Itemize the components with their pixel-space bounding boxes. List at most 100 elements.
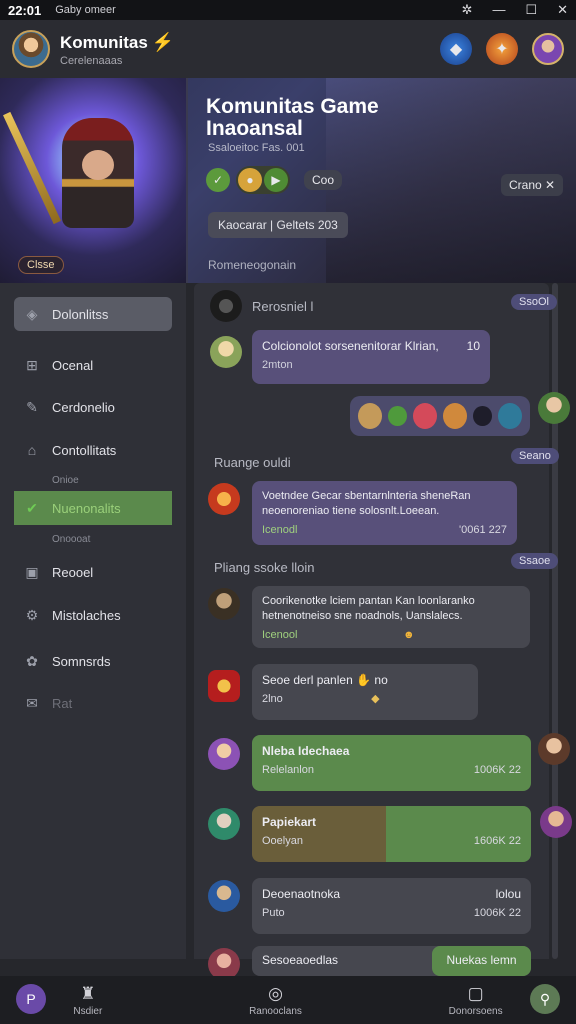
- reaction-group[interactable]: ● ▶: [236, 166, 290, 194]
- message-right: lolou: [495, 887, 521, 901]
- scrollbar[interactable]: [552, 283, 558, 959]
- message-sub: 2mton: [262, 359, 293, 372]
- message-text: Seoe derl panlen: [262, 673, 353, 687]
- message-sub: 2lno: [262, 693, 283, 706]
- reaction-avatar[interactable]: [497, 403, 522, 429]
- avatar[interactable]: [12, 30, 50, 68]
- sidebar-item-nuenonalits[interactable]: ✔ Nuenonalits: [14, 491, 172, 525]
- avatar[interactable]: [208, 738, 240, 770]
- avatar[interactable]: [208, 670, 240, 702]
- reaction-avatar[interactable]: [412, 403, 437, 429]
- sidebar-item-label: Rat: [52, 695, 73, 711]
- square-icon: ▣: [25, 563, 39, 580]
- message-bubble[interactable]: Coorikenotke lciem pantan Kan loonlarank…: [252, 586, 530, 648]
- sidebar-item-rat[interactable]: ✉ Rat: [14, 686, 172, 720]
- minimize-icon[interactable]: —: [492, 2, 505, 18]
- message-sub: Relelanlon: [262, 764, 314, 777]
- hero-bubble[interactable]: Kaocarar | Geltets 203: [208, 212, 348, 238]
- sidebar-subtext: Onioe: [52, 475, 79, 486]
- status-bar: 22:01 Gaby omeer ✲ — ☐ ✕: [0, 0, 576, 20]
- avatar[interactable]: [540, 806, 572, 838]
- hero-subtitle: Ssaloeitoc Fas. 001: [208, 142, 305, 154]
- check-icon: ✔: [26, 499, 38, 516]
- message-link[interactable]: Icenodl: [262, 523, 297, 538]
- sidebar-item-label: Reooel: [52, 564, 94, 580]
- sidebar-item-contollitats[interactable]: ⌂ Contollitats: [14, 433, 172, 467]
- compass-fab[interactable]: ⚲: [530, 984, 560, 1014]
- nav-tab-label: Nsdier: [73, 1005, 103, 1017]
- sidebar-item-dolonlitss[interactable]: ◈ Dolonlitss: [14, 297, 172, 331]
- hero-title: Komunitas Game: [206, 95, 379, 118]
- reaction-avatar[interactable]: [358, 403, 383, 429]
- message-link[interactable]: Icenool: [262, 628, 297, 643]
- section-pill[interactable]: Seano: [511, 448, 559, 464]
- section-pill[interactable]: Ssaoe: [511, 553, 559, 569]
- grid-icon: ⊞: [26, 356, 38, 373]
- hero-title-line2: Inaoansal: [206, 117, 303, 140]
- message-text: Coorikenotke lciem pantan Kan loonlarank…: [262, 595, 475, 622]
- nav-tab-ranooclans[interactable]: ◎ Ranooclans: [249, 984, 302, 1017]
- gem-icon[interactable]: ◆: [440, 33, 472, 65]
- avatar[interactable]: [208, 588, 240, 620]
- green-tag[interactable]: Nuekas lemn: [432, 946, 531, 976]
- home-icon: ⌂: [27, 442, 37, 458]
- sidebar-item-mistolaches[interactable]: ⚙ Mistolaches: [14, 598, 172, 632]
- leaf-icon[interactable]: ✓: [206, 168, 230, 192]
- message-text: Papiekart: [262, 815, 317, 829]
- maximize-icon[interactable]: ☐: [525, 2, 537, 18]
- message-bubble[interactable]: Deoenaotnoka lolou Puto 1006K 22: [252, 878, 531, 934]
- system-icons: ✲ — ☐ ✕: [462, 2, 568, 18]
- section-pill[interactable]: SsoOl: [511, 294, 557, 310]
- hero-close-pill[interactable]: Crano ✕: [501, 174, 564, 196]
- message-text: Deoenaotnoka: [262, 887, 341, 901]
- section-label: Rerosniel l: [252, 299, 314, 314]
- message-bubble[interactable]: Colcionolot sorsenenitorar Klrian, 10 2mt…: [252, 330, 490, 384]
- message-value: 10: [466, 339, 480, 353]
- avatar[interactable]: [538, 733, 570, 765]
- status-carrier: Gaby omeer: [55, 4, 116, 16]
- status-time: 22:01: [8, 2, 42, 18]
- close-icon[interactable]: ✕: [557, 2, 568, 18]
- message-sub: Puto: [262, 907, 285, 920]
- message-time: 1006K 22: [473, 907, 521, 920]
- reaction-avatar[interactable]: [442, 403, 468, 429]
- hero-character-art: Clsse: [0, 78, 188, 283]
- sidebar-item-label: Mistolaches: [52, 607, 121, 623]
- castle-icon: ♜: [80, 983, 96, 1003]
- sidebar-item-ocenal[interactable]: ⊞ Ocenal: [14, 348, 172, 382]
- knight-face: [82, 150, 114, 180]
- p-icon: P: [26, 991, 36, 1007]
- sidebar-item-somnsrds[interactable]: ✿ Somnsrds: [14, 644, 172, 678]
- sidebar-item-label: Nuenonalits: [52, 500, 121, 516]
- sidebar-item-reooel[interactable]: ▣ Reooel: [14, 555, 172, 589]
- compass-icon: ⚲: [539, 990, 551, 1007]
- avatar[interactable]: [538, 392, 570, 424]
- profile-fab[interactable]: P: [16, 984, 46, 1014]
- fire-icon[interactable]: ✦: [486, 33, 518, 65]
- profile-avatar[interactable]: [532, 33, 564, 65]
- reaction-tray[interactable]: [350, 396, 530, 436]
- shield-check-icon: ◈: [26, 305, 38, 322]
- avatar[interactable]: [208, 483, 240, 515]
- sidebar-subtext: Onoooat: [52, 534, 91, 545]
- avatar[interactable]: [208, 880, 240, 912]
- sidebar-item-cerdonelio[interactable]: ✎ Cerdonelio: [14, 390, 172, 424]
- bolt-icon: ⚡: [151, 31, 175, 52]
- message-bubble[interactable]: Papiekart Ooelyan 1606K 22: [252, 806, 531, 862]
- message-bubble[interactable]: Voetndee Gecar sbentarnlnteria sheneRan …: [252, 481, 517, 545]
- reaction-dot[interactable]: [473, 406, 492, 426]
- avatar[interactable]: [210, 290, 242, 322]
- nav-tab-donorsoens[interactable]: ▢ Donorsoens: [449, 984, 503, 1017]
- message-sub: Ooelyan: [262, 835, 303, 848]
- avatar[interactable]: [208, 808, 240, 840]
- nav-tab-nsdier[interactable]: ♜ Nsdier: [73, 984, 102, 1017]
- header-icons: ◆ ✦: [440, 33, 564, 65]
- message-bubble[interactable]: Seoe derl panlen ✋ no 2lno ◆: [252, 664, 478, 720]
- level-badge: Clsse: [18, 256, 64, 274]
- message-bubble[interactable]: Nleba Idechaea Relelanlon 1006K 22: [252, 735, 531, 791]
- message-text: Sesoeaoedlas: [262, 953, 339, 967]
- hero-chip-text[interactable]: Coo: [304, 170, 343, 190]
- settings-icon[interactable]: ✲: [462, 2, 473, 18]
- reaction-dot[interactable]: [388, 406, 407, 426]
- avatar[interactable]: [210, 336, 242, 368]
